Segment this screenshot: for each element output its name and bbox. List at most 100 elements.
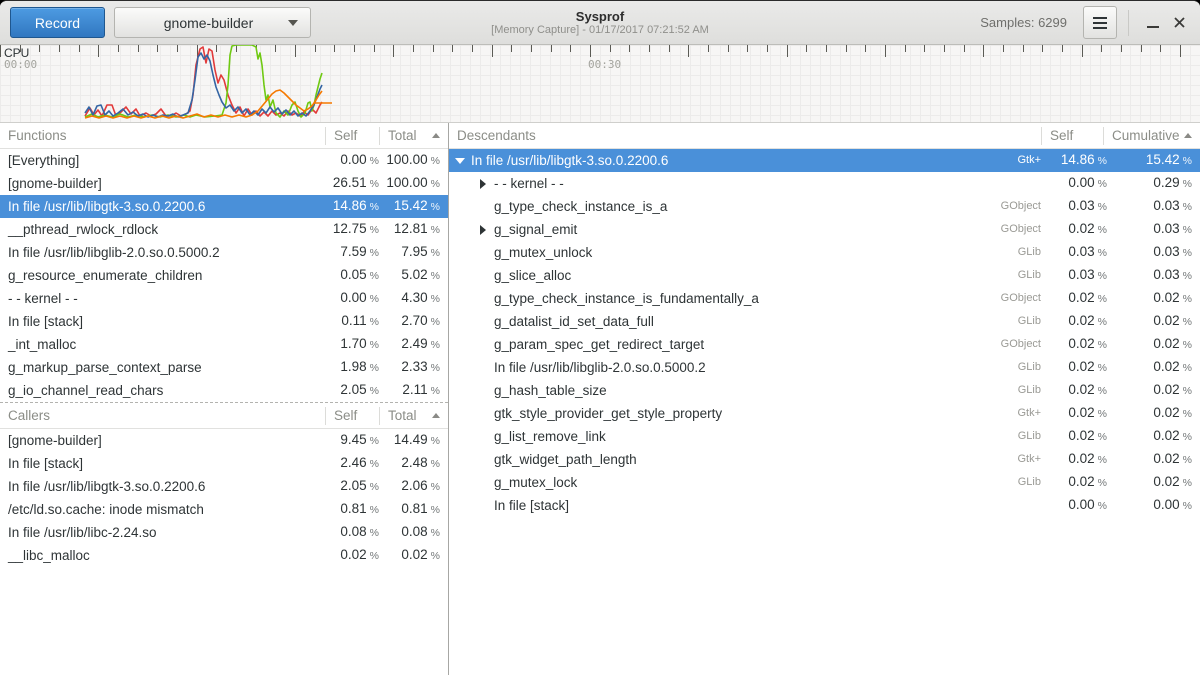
table-row[interactable]: g_io_channel_read_chars 2.05% 2.11% (0, 379, 448, 402)
descendant-name: In file [stack] (490, 494, 1041, 517)
self-column-header[interactable]: Self (1041, 127, 1103, 145)
table-row[interactable]: In file /usr/lib/libgtk-3.so.0.2200.6 2.… (0, 475, 448, 498)
tree-row[interactable]: g_datalist_id_set_data_full GLib 0.02% 0… (449, 310, 1200, 333)
percent-sign: % (431, 435, 440, 447)
percent-sign: % (1098, 477, 1107, 489)
expander-icon[interactable] (476, 179, 490, 189)
tree-row[interactable]: g_type_check_instance_is_fundamentally_a… (449, 287, 1200, 310)
total-percent: 0.81% (379, 497, 448, 522)
close-button[interactable] (1166, 10, 1192, 36)
table-row[interactable]: g_markup_parse_context_parse 1.98% 2.33% (0, 356, 448, 379)
self-percent: 0.02% (1049, 217, 1107, 242)
tree-row[interactable]: g_mutex_lock GLib 0.02% 0.02% (449, 471, 1200, 494)
function-name: - - kernel - - (0, 287, 317, 310)
tree-row[interactable]: g_signal_emit GObject 0.02% 0.03% (449, 218, 1200, 241)
table-row[interactable]: __libc_malloc 0.02% 0.02% (0, 544, 448, 567)
table-row[interactable]: In file [stack] 2.46% 2.48% (0, 452, 448, 475)
self-percent: 0.11% (317, 309, 379, 334)
expander-icon[interactable] (476, 225, 490, 235)
percent-sign: % (1183, 155, 1192, 167)
function-name: [gnome-builder] (0, 172, 317, 195)
self-percent: 0.00% (317, 286, 379, 311)
table-row[interactable]: [gnome-builder] 9.45% 14.49% (0, 429, 448, 452)
percent-sign: % (1098, 500, 1107, 512)
tree-row[interactable]: g_type_check_instance_is_a GObject 0.03%… (449, 195, 1200, 218)
cumulative-percent: 0.00% (1107, 493, 1200, 517)
table-row[interactable]: [Everything] 0.00% 100.00% (0, 149, 448, 172)
self-percent: 0.03% (1049, 263, 1107, 288)
table-row[interactable]: /etc/ld.so.cache: inode mismatch 0.81% 0… (0, 498, 448, 521)
descendant-name: g_signal_emit (490, 218, 1001, 241)
percent-sign: % (1098, 293, 1107, 305)
cpu-timeline[interactable]: CPU 00:00 00:30 (0, 45, 1200, 123)
descendants-table: In file /usr/lib/libgtk-3.so.0.2200.6 Gt… (449, 149, 1200, 517)
cumulative-percent: 0.02% (1107, 470, 1200, 495)
cumulative-column-header[interactable]: Cumulative (1103, 127, 1200, 145)
tree-row[interactable]: g_hash_table_size GLib 0.02% 0.02% (449, 379, 1200, 402)
self-column-header[interactable]: Self (325, 407, 379, 425)
descendant-name: g_type_check_instance_is_a (490, 195, 1001, 218)
table-row[interactable]: In file [stack] 0.11% 2.70% (0, 310, 448, 333)
table-row[interactable]: In file /usr/lib/libgtk-3.so.0.2200.6 14… (0, 195, 448, 218)
descendants-column-header[interactable]: Descendants (449, 127, 1041, 145)
tree-row[interactable]: gtk_widget_path_length Gtk+ 0.02% 0.02% (449, 448, 1200, 471)
tree-row[interactable]: g_slice_alloc GLib 0.03% 0.03% (449, 264, 1200, 287)
table-row[interactable]: In file /usr/lib/libglib-2.0.so.0.5000.2… (0, 241, 448, 264)
category-badge: GLib (1018, 264, 1041, 287)
percent-sign: % (370, 224, 379, 236)
function-name: In file /usr/lib/libgtk-3.so.0.2200.6 (0, 475, 317, 498)
process-selector-dropdown[interactable]: gnome-builder (114, 7, 311, 38)
tree-row[interactable]: In file /usr/lib/libglib-2.0.so.0.5000.2… (449, 356, 1200, 379)
self-percent: 0.03% (1049, 240, 1107, 265)
percent-sign: % (431, 527, 440, 539)
functions-column-header[interactable]: Functions (0, 127, 325, 145)
descendant-name: g_hash_table_size (490, 379, 1018, 402)
dropdown-arrow-icon (288, 20, 298, 26)
total-percent: 2.48% (379, 451, 448, 476)
table-row[interactable]: g_resource_enumerate_children 0.05% 5.02… (0, 264, 448, 287)
tree-row[interactable]: In file /usr/lib/libgtk-3.so.0.2200.6 Gt… (449, 149, 1200, 172)
minimize-button[interactable] (1140, 10, 1166, 36)
tree-row[interactable]: g_list_remove_link GLib 0.02% 0.02% (449, 425, 1200, 448)
self-percent: 0.02% (1049, 447, 1107, 472)
table-row[interactable]: __pthread_rwlock_rdlock 12.75% 12.81% (0, 218, 448, 241)
total-percent: 2.33% (379, 355, 448, 380)
percent-sign: % (431, 201, 440, 213)
functions-table: [Everything] 0.00% 100.00% [gnome-builde… (0, 149, 448, 402)
cumulative-percent: 15.42% (1107, 149, 1200, 173)
record-button[interactable]: Record (10, 7, 105, 38)
header-divider (1128, 10, 1129, 36)
tree-row[interactable]: In file [stack] 0.00% 0.00% (449, 494, 1200, 517)
self-column-header[interactable]: Self (325, 127, 379, 145)
functions-table-header: Functions Self Total (0, 123, 448, 149)
tree-row[interactable]: g_mutex_unlock GLib 0.03% 0.03% (449, 241, 1200, 264)
self-percent: 0.02% (1049, 286, 1107, 311)
self-percent: 0.00% (317, 149, 379, 173)
self-percent: 0.02% (1049, 355, 1107, 380)
tree-row[interactable]: gtk_style_provider_get_style_property Gt… (449, 402, 1200, 425)
cumulative-percent: 0.03% (1107, 194, 1200, 219)
table-row[interactable]: _int_malloc 1.70% 2.49% (0, 333, 448, 356)
sort-ascending-icon (1184, 133, 1192, 138)
category-badge: GLib (1018, 310, 1041, 333)
menu-button[interactable] (1083, 6, 1117, 39)
percent-sign: % (1183, 362, 1192, 374)
callers-column-header[interactable]: Callers (0, 407, 325, 425)
table-row[interactable]: [gnome-builder] 26.51% 100.00% (0, 172, 448, 195)
table-row[interactable]: - - kernel - - 0.00% 4.30% (0, 287, 448, 310)
descendant-name: g_mutex_unlock (490, 241, 1018, 264)
category-badge: GObject (1001, 333, 1041, 356)
main-content: Functions Self Total [Everything] 0.00% … (0, 123, 1200, 675)
table-row[interactable]: In file /usr/lib/libc-2.24.so 0.08% 0.08… (0, 521, 448, 544)
self-percent: 0.02% (1049, 401, 1107, 426)
percent-sign: % (370, 155, 379, 167)
tree-row[interactable]: - - kernel - - 0.00% 0.29% (449, 172, 1200, 195)
total-column-header[interactable]: Total (379, 127, 448, 145)
percent-sign: % (370, 293, 379, 305)
descendant-name: gtk_style_provider_get_style_property (490, 402, 1017, 425)
total-percent: 4.30% (379, 286, 448, 311)
category-badge: GLib (1018, 356, 1041, 379)
tree-row[interactable]: g_param_spec_get_redirect_target GObject… (449, 333, 1200, 356)
total-column-header[interactable]: Total (379, 407, 448, 425)
expander-icon[interactable] (453, 158, 467, 164)
